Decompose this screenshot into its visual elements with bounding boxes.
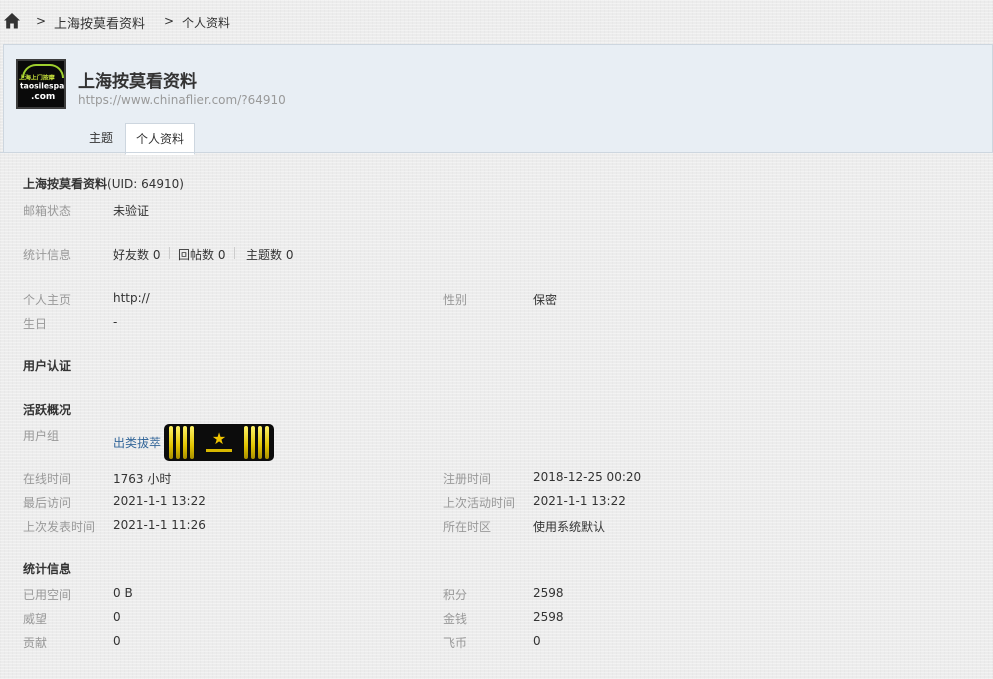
replies-count-link[interactable]: 回帖数 0 (178, 246, 225, 263)
last-visit-label: 最后访问 (23, 496, 72, 510)
breadcrumb-separator: > (36, 14, 47, 28)
gender-value: 保密 (533, 293, 558, 307)
last-active-value: 2021-1-1 13:22 (533, 494, 626, 508)
contribution-label: 贡献 (23, 636, 48, 650)
used-space-value: 0 B (113, 586, 133, 600)
email-status-label: 邮箱状态 (23, 204, 72, 218)
user-group-link[interactable]: 出类拔萃 (113, 434, 161, 451)
register-time-label: 注册时间 (443, 472, 492, 486)
friends-count-link[interactable]: 好友数 0 (113, 246, 160, 263)
avatar-text-line3: .com (31, 92, 56, 102)
birthday-label: 生日 (23, 317, 48, 331)
avatar-text-line1: 上海上门按摩 (19, 74, 55, 82)
homepage-value[interactable]: http:// (113, 291, 150, 305)
breadcrumb-separator: > (164, 14, 175, 28)
stats-divider (234, 247, 235, 259)
points-label: 积分 (443, 588, 468, 602)
coins-value: 0 (533, 634, 541, 648)
avatar[interactable]: 上海上门按摩 taosilespa .com (16, 59, 66, 109)
points-value: 2598 (533, 586, 564, 600)
star-icon: ★ (211, 429, 227, 448)
topics-count-link[interactable]: 主题数 0 (246, 246, 293, 263)
last-post-label: 上次发表时间 (23, 520, 96, 534)
page-title: 上海按莫看资料 (78, 72, 197, 92)
profile-uid: (UID: 64910) (107, 177, 184, 191)
user-group-badge: ★ (164, 424, 274, 461)
homepage-label: 个人主页 (23, 293, 72, 307)
money-label: 金钱 (443, 612, 468, 626)
email-status-value: 未验证 (113, 204, 150, 218)
profile-name: 上海按莫看资料 (23, 177, 108, 191)
stats-divider (169, 247, 170, 259)
user-auth-heading: 用户认证 (23, 359, 72, 373)
tab-topics[interactable]: 主题 (76, 123, 126, 154)
statistics-heading: 统计信息 (23, 562, 72, 576)
online-time-label: 在线时间 (23, 472, 72, 486)
birthday-value: - (113, 315, 118, 329)
prestige-label: 威望 (23, 612, 48, 626)
avatar-text-line2: taosilespa (20, 82, 65, 92)
profile-name-line: 上海按莫看资料(UID: 64910) (23, 175, 184, 192)
profile-header: 上海上门按摩 taosilespa .com 上海按莫看资料 https://w… (3, 44, 993, 155)
tab-profile[interactable]: 个人资料 (125, 123, 195, 155)
coins-label: 飞币 (443, 636, 468, 650)
prestige-value: 0 (113, 610, 121, 624)
timezone-label: 所在时区 (443, 520, 492, 534)
profile-url: https://www.chinaflier.com/?64910 (78, 93, 286, 107)
used-space-label: 已用空间 (23, 588, 72, 602)
gender-label: 性别 (443, 293, 468, 307)
money-value: 2598 (533, 610, 564, 624)
register-time-value: 2018-12-25 00:20 (533, 470, 642, 484)
user-group-label: 用户组 (23, 429, 60, 443)
timezone-value: 使用系统默认 (533, 520, 606, 534)
online-time-value: 1763 小时 (113, 472, 172, 486)
header-divider (0, 152, 993, 153)
contribution-value: 0 (113, 634, 121, 648)
breadcrumb: > 上海按莫看资料 > 个人资料 (0, 0, 993, 44)
last-post-value: 2021-1-1 11:26 (113, 518, 206, 532)
last-visit-value: 2021-1-1 13:22 (113, 494, 206, 508)
home-icon[interactable] (3, 12, 21, 30)
last-active-label: 上次活动时间 (443, 496, 516, 510)
breadcrumb-user-link[interactable]: 上海按莫看资料 (54, 13, 145, 32)
breadcrumb-current: 个人资料 (182, 16, 231, 30)
stats-info-label: 统计信息 (23, 248, 72, 262)
activity-heading: 活跃概况 (23, 403, 72, 417)
